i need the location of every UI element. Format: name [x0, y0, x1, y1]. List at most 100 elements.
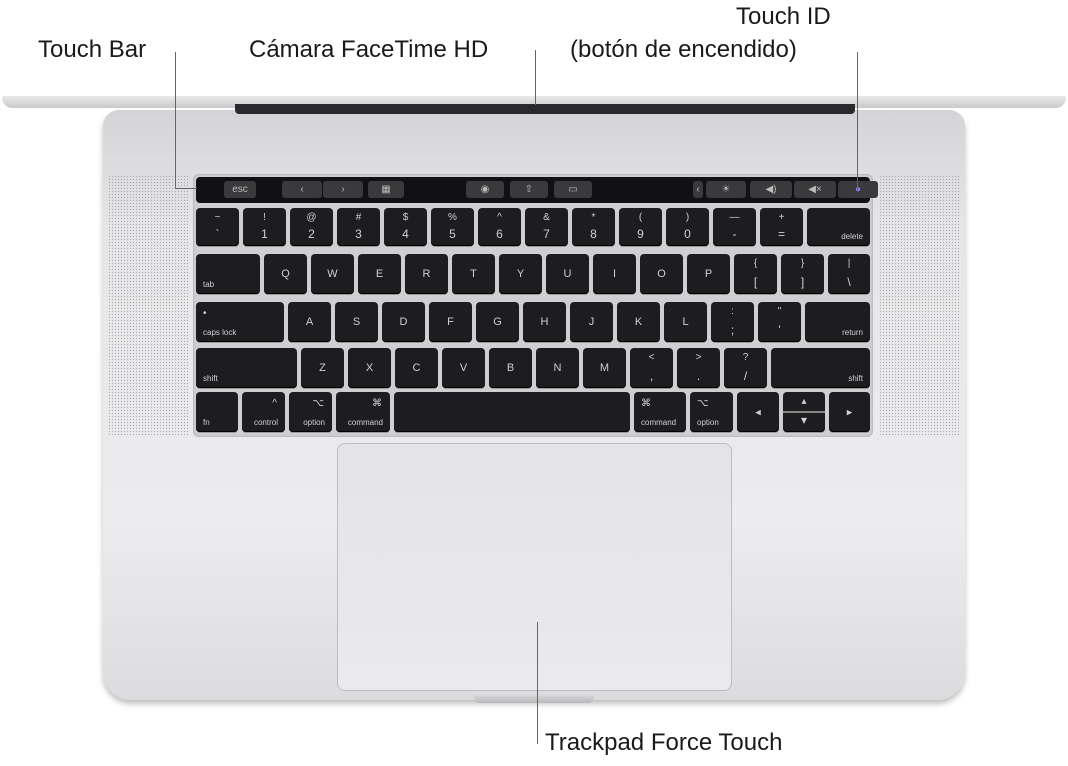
key--[interactable]: }] — [781, 254, 824, 294]
volume-icon[interactable]: ◀) — [750, 181, 792, 198]
key-legend: Q — [281, 268, 290, 280]
key-legend: 4 — [402, 227, 409, 241]
share-icon[interactable]: ⇧ — [510, 181, 548, 198]
key-left-command[interactable]: ⌘ command — [336, 392, 390, 432]
key-h[interactable]: H — [523, 302, 566, 342]
key-5[interactable]: % 5 — [431, 208, 474, 246]
key-b[interactable]: B — [489, 348, 532, 388]
key-tab[interactable]: tab — [196, 254, 260, 294]
key-legend: shift — [203, 374, 218, 383]
key-3[interactable]: #3 — [337, 208, 380, 246]
key-2[interactable]: @2 — [290, 208, 333, 246]
key-space[interactable] — [394, 392, 630, 432]
key-o[interactable]: O — [640, 254, 683, 294]
key-left-option[interactable]: ⌥ option — [289, 392, 332, 432]
key--[interactable]: <, — [630, 348, 673, 388]
key--[interactable]: ? / — [724, 348, 767, 388]
key-c[interactable]: C — [395, 348, 438, 388]
key-y[interactable]: Y — [499, 254, 542, 294]
key-e[interactable]: E — [358, 254, 401, 294]
back-icon[interactable]: ‹ — [282, 181, 322, 198]
key-g[interactable]: G — [476, 302, 519, 342]
key-f[interactable]: F — [429, 302, 472, 342]
key-legend: return — [842, 328, 863, 337]
key-right-command[interactable]: ⌘ command — [634, 392, 686, 432]
key-7[interactable]: & 7 — [525, 208, 568, 246]
trackpad[interactable] — [337, 443, 732, 691]
key-8[interactable]: * 8 — [572, 208, 615, 246]
key-m[interactable]: M — [583, 348, 626, 388]
key-legend: M — [599, 362, 610, 374]
key-arrow-left[interactable]: ◂ — [737, 392, 779, 432]
key--[interactable]: — - — [713, 208, 756, 246]
collapse-icon[interactable]: ‹ — [693, 181, 703, 198]
eye-icon[interactable]: ◉ — [466, 181, 504, 198]
key-left-shift[interactable]: shift — [196, 348, 297, 388]
forward-icon[interactable]: › — [323, 181, 363, 198]
key-k[interactable]: K — [617, 302, 660, 342]
key--[interactable]: | \ — [828, 254, 870, 294]
mute-icon[interactable]: ◀× — [794, 181, 836, 198]
keyboard-row-modifier: fn ^ control ⌥ option ⌘ command ⌘ command ⌥ option… — [196, 392, 870, 432]
key-legend: A — [305, 316, 314, 328]
key-legend: caps lock — [203, 328, 237, 337]
key-right-shift[interactable]: shift — [771, 348, 870, 388]
key-p[interactable]: P — [687, 254, 730, 294]
key--[interactable]: ~ ` — [196, 208, 239, 246]
key-0[interactable]: ) 0 — [666, 208, 709, 246]
key--[interactable]: + = — [760, 208, 803, 246]
key-fn[interactable]: fn — [196, 392, 238, 432]
key-v[interactable]: V — [442, 348, 485, 388]
key-w[interactable]: W — [311, 254, 354, 294]
brightness-icon[interactable]: ☀ — [706, 181, 746, 198]
key-caps-lock[interactable]: • caps lock — [196, 302, 284, 342]
key-legend: } — [800, 258, 805, 269]
key-legend: J — [588, 316, 595, 328]
esc-button[interactable]: esc — [224, 181, 256, 198]
grid-icon[interactable]: ▦ — [368, 181, 404, 198]
key-arrow-right[interactable]: ▸ — [829, 392, 870, 432]
key-t[interactable]: T — [452, 254, 495, 294]
key-legend: 6 — [496, 227, 503, 241]
key-4[interactable]: $4 — [384, 208, 427, 246]
touch-bar[interactable]: esc‹›▦◉⇧▭‹☀◀)◀×● — [196, 177, 878, 203]
key-j[interactable]: J — [570, 302, 613, 342]
key-legend: U — [563, 268, 572, 280]
key-legend: 7 — [543, 227, 550, 241]
key-r[interactable]: R — [405, 254, 448, 294]
key-a[interactable]: A — [288, 302, 331, 342]
key-right-option[interactable]: ⌥ option — [690, 392, 733, 432]
key--[interactable]: :; — [711, 302, 754, 342]
key-legend: ! — [263, 212, 266, 223]
key-legend: # — [355, 212, 362, 223]
key-i[interactable]: I — [593, 254, 636, 294]
key-d[interactable]: D — [382, 302, 425, 342]
key-legend: X — [365, 362, 374, 374]
key-left-control[interactable]: ^ control — [242, 392, 285, 432]
key-arrow-up-down[interactable]: ▴ ▾ — [783, 392, 825, 432]
key-9[interactable]: (9 — [619, 208, 662, 246]
key--[interactable]: {[ — [734, 254, 777, 294]
key--[interactable]: " ' — [758, 302, 801, 342]
key-l[interactable]: L — [664, 302, 707, 342]
key-n[interactable]: N — [536, 348, 579, 388]
key-z[interactable]: Z — [301, 348, 344, 388]
key-x[interactable]: X — [348, 348, 391, 388]
key-6[interactable]: ^ 6 — [478, 208, 521, 246]
key-delete[interactable]: delete — [807, 208, 870, 246]
key-return[interactable]: return — [805, 302, 870, 342]
key-legend: 5 — [449, 227, 456, 241]
key-legend: \ — [847, 275, 851, 289]
callout-touch-id: Touch ID — [736, 3, 831, 30]
key-legend: ▴ — [801, 396, 807, 407]
key--[interactable]: >. — [677, 348, 720, 388]
key-s[interactable]: S — [335, 302, 378, 342]
leader-line — [535, 50, 536, 105]
siri-icon[interactable]: ● — [838, 181, 878, 198]
key-legend: ⌘ — [641, 398, 651, 409]
lid-opening-notch — [474, 695, 594, 703]
key-u[interactable]: U — [546, 254, 589, 294]
tag-icon[interactable]: ▭ — [554, 181, 592, 198]
key-1[interactable]: ! 1 — [243, 208, 286, 246]
key-q[interactable]: Q — [264, 254, 307, 294]
